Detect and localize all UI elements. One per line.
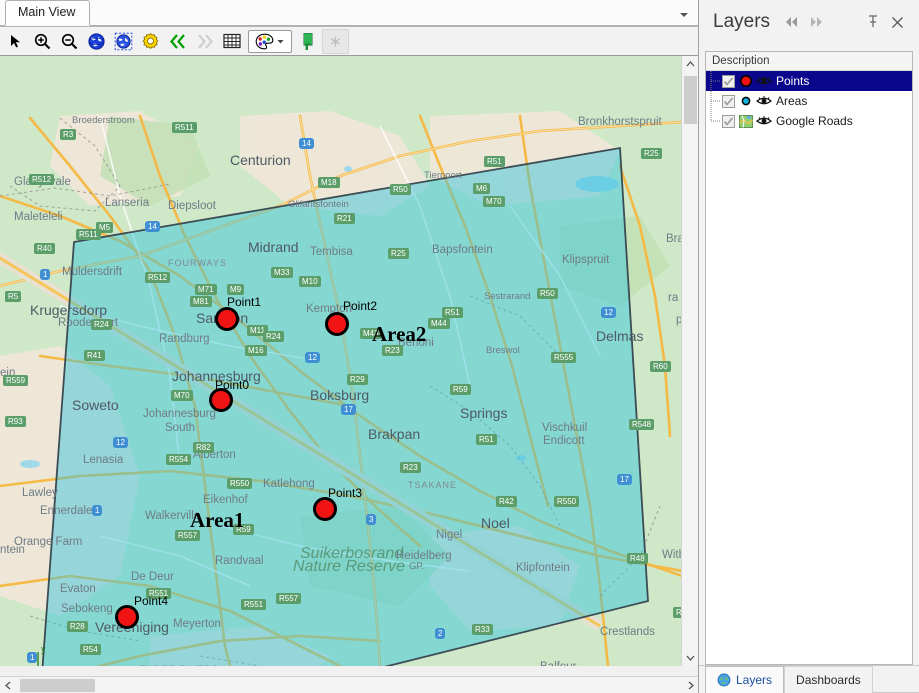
dock-tab-bar: Layers Dashboards xyxy=(699,665,919,693)
green-flag-icon[interactable] xyxy=(295,29,322,54)
globe-icon xyxy=(717,673,731,687)
tree-branch-line xyxy=(706,111,722,131)
map-viewport[interactable]: Broederstroom Bronkhorstspruit Centurion Gl… xyxy=(0,56,698,693)
cursor-arrow-icon[interactable] xyxy=(2,29,29,54)
layers-dock-header: Layers xyxy=(699,0,919,44)
map-canvas[interactable]: Broederstroom Bronkhorstspruit Centurion Gl… xyxy=(0,56,682,666)
red-dot-icon xyxy=(738,74,753,89)
map-tile-icon xyxy=(738,114,753,129)
dock-tab-filler xyxy=(872,666,919,693)
layer-row[interactable]: Google Roads xyxy=(706,111,912,131)
scroll-right-arrow[interactable] xyxy=(682,677,698,693)
double-chevron-right-icon xyxy=(191,29,218,54)
layer-visibility-checkbox[interactable] xyxy=(722,94,735,108)
layer-visibility-checkbox[interactable] xyxy=(722,114,735,128)
tab-layers-label: Layers xyxy=(736,673,773,687)
tab-dashboards[interactable]: Dashboards xyxy=(784,666,873,693)
map-basemap xyxy=(0,56,682,666)
eye-icon[interactable] xyxy=(755,94,772,109)
tab-main-view[interactable]: Main View xyxy=(5,0,91,26)
chevron-down-icon xyxy=(277,39,284,43)
color-palette-icon[interactable] xyxy=(248,29,292,53)
scroll-left-arrow[interactable] xyxy=(0,677,17,693)
tab-dashboards-label: Dashboards xyxy=(796,673,861,687)
view-tab-bar: Main View xyxy=(0,0,698,27)
close-x-icon[interactable] xyxy=(885,10,909,34)
layer-name-label: Google Roads xyxy=(776,114,853,128)
point-marker[interactable] xyxy=(209,388,233,412)
map-vertical-scrollbar[interactable] xyxy=(681,56,698,666)
globe-icon[interactable] xyxy=(83,29,110,54)
pin-icon[interactable] xyxy=(861,10,885,34)
eye-icon[interactable] xyxy=(755,114,772,129)
layer-rows: Points Areas Google Roads xyxy=(706,71,912,131)
layer-name-label: Areas xyxy=(776,94,808,108)
layer-row[interactable]: Areas xyxy=(706,91,912,111)
globe-select-icon[interactable] xyxy=(110,29,137,54)
gear-icon[interactable] xyxy=(137,29,164,54)
chevron-down-icon[interactable] xyxy=(677,7,691,21)
grid-icon[interactable] xyxy=(218,29,245,54)
point-marker[interactable] xyxy=(115,605,139,629)
eye-icon[interactable] xyxy=(755,74,772,89)
point-marker[interactable] xyxy=(325,312,349,336)
double-chevron-left-icon[interactable] xyxy=(164,29,191,54)
scroll-up-arrow[interactable] xyxy=(682,56,698,73)
layer-visibility-checkbox[interactable] xyxy=(722,74,735,88)
magnifier-minus-icon[interactable] xyxy=(56,29,83,54)
double-chevron-right-icon[interactable] xyxy=(804,10,828,34)
asterisk-icon[interactable] xyxy=(322,28,349,54)
point-marker[interactable] xyxy=(313,497,337,521)
map-toolbar xyxy=(0,27,698,56)
tree-branch-line xyxy=(706,91,722,111)
application-window: Main View Broederstroom Bronkhorstspruit… xyxy=(0,0,919,693)
point-marker[interactable] xyxy=(215,307,239,331)
tree-branch-line xyxy=(706,71,722,91)
tab-layers[interactable]: Layers xyxy=(705,666,785,693)
map-view-panel: Main View Broederstroom Bronkhorstspruit… xyxy=(0,0,699,693)
column-header-label: Description xyxy=(712,55,770,67)
horizontal-scroll-thumb[interactable] xyxy=(20,679,95,692)
layer-tree[interactable]: Description Points Areas Google Roads xyxy=(705,51,913,665)
scroll-down-arrow[interactable] xyxy=(682,649,698,666)
axis-indicator-icon: y x z xyxy=(37,644,46,666)
layer-row[interactable]: Points xyxy=(706,71,912,91)
layer-column-header-description[interactable]: Description xyxy=(706,52,912,71)
double-chevron-left-icon[interactable] xyxy=(780,10,804,34)
magnifier-plus-icon[interactable] xyxy=(29,29,56,54)
layers-dock-title: Layers xyxy=(713,11,771,32)
map-horizontal-scrollbar[interactable] xyxy=(0,676,698,693)
tab-main-view-label: Main View xyxy=(18,5,76,19)
vertical-scroll-thumb[interactable] xyxy=(684,76,697,124)
cyan-dot-icon xyxy=(738,94,753,109)
layer-name-label: Points xyxy=(776,74,810,88)
layers-dock: Layers Description Points Areas Google R… xyxy=(699,0,919,693)
svg-text:y: y xyxy=(41,644,46,654)
